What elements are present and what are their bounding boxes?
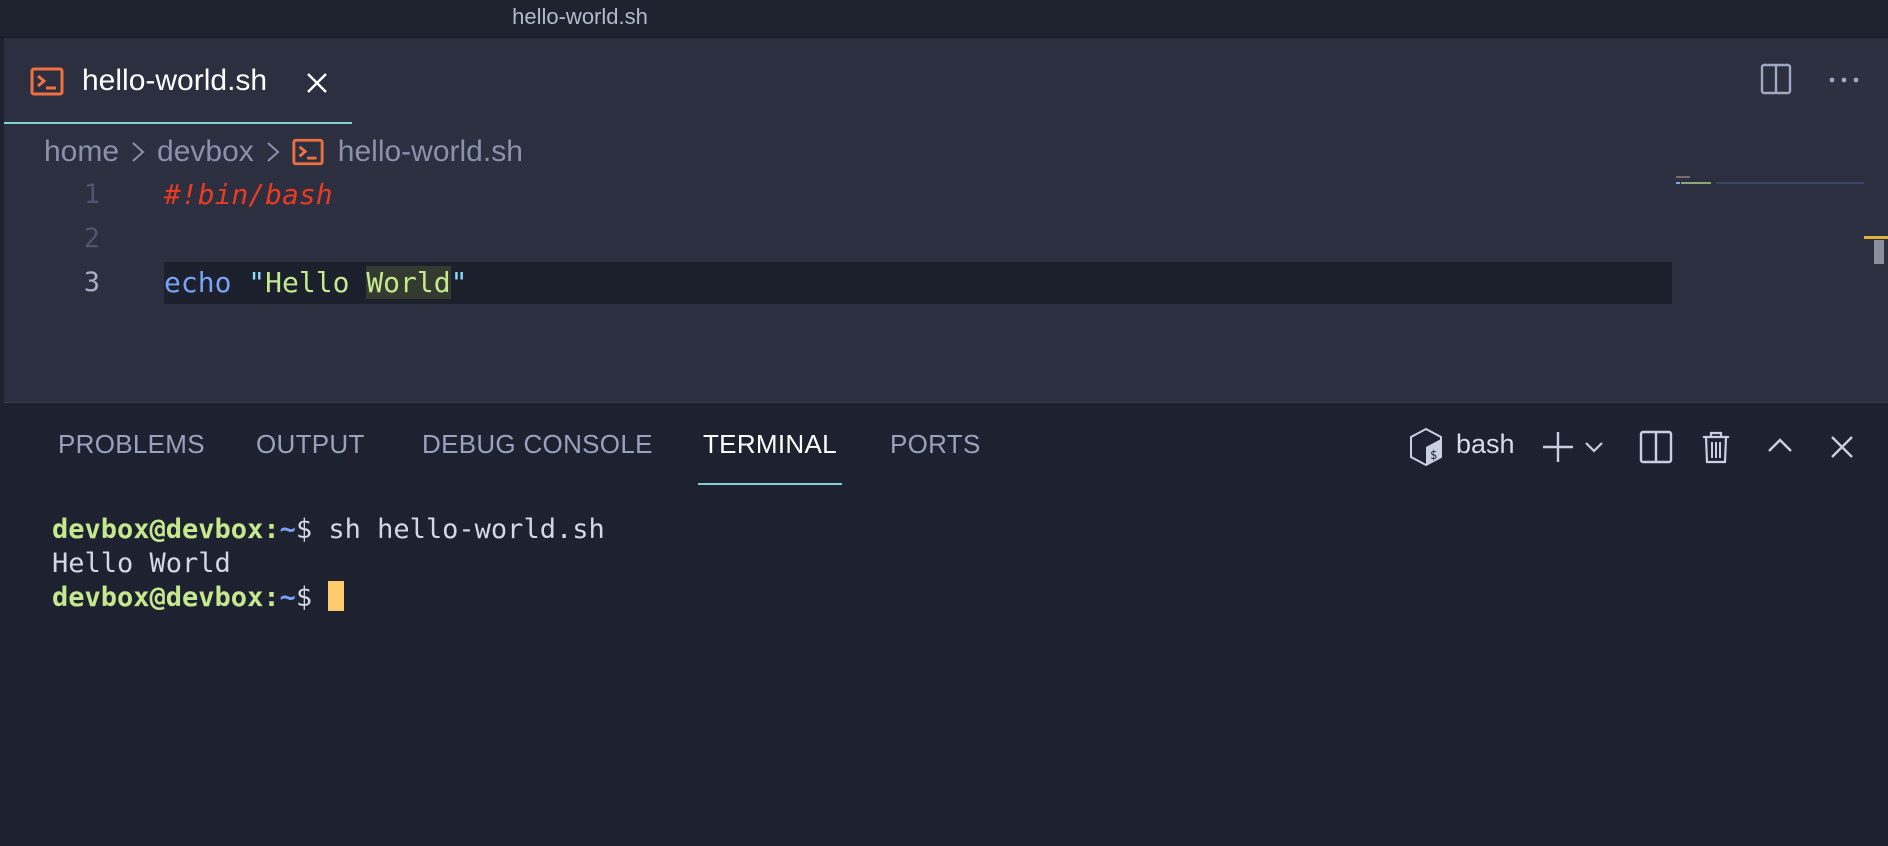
prompt-path: ~ — [279, 514, 296, 545]
tab-debug-console[interactable]: DEBUG CONSOLE — [422, 429, 653, 485]
split-terminal-icon[interactable] — [1638, 429, 1674, 465]
prompt-user: devbox@devbox — [52, 514, 264, 545]
tab-ports[interactable]: PORTS — [890, 429, 981, 485]
code-line: 1 #!bin/bash — [4, 174, 1674, 216]
terminal-line: devbox@devbox:~$ sh hello-world.sh — [52, 513, 1852, 547]
breadcrumb-item-devbox[interactable]: devbox — [157, 135, 254, 169]
tab-label: hello-world.sh — [82, 64, 268, 97]
prompt-separator: : — [263, 582, 280, 613]
code-line: 3 echo "Hello World" — [4, 262, 1674, 304]
echo-command: echo — [164, 266, 232, 299]
chevron-right-icon — [267, 142, 280, 162]
close-icon[interactable] — [304, 70, 330, 96]
svg-text:$: $ — [1430, 448, 1437, 462]
tab-output[interactable]: OUTPUT — [256, 429, 365, 485]
breadcrumb-item-file[interactable]: hello-world.sh — [338, 135, 523, 169]
line-number: 3 — [83, 267, 100, 298]
more-actions-icon[interactable] — [1826, 66, 1862, 94]
prompt-path: ~ — [279, 582, 296, 613]
terminal-output[interactable]: devbox@devbox:~$ sh hello-world.sh Hello… — [52, 513, 1852, 813]
code-text: echo "Hello World" — [164, 262, 467, 304]
line-number: 1 — [83, 179, 100, 210]
overview-ruler[interactable] — [1864, 234, 1888, 274]
string-word-highlight: World — [366, 266, 451, 299]
chevron-right-icon — [132, 142, 145, 162]
tab-problems[interactable]: PROBLEMS — [58, 429, 205, 485]
code-text: #!bin/bash — [164, 174, 333, 216]
new-terminal-plus-icon[interactable] — [1540, 429, 1576, 465]
shell-name[interactable]: bash — [1456, 429, 1515, 460]
minimap[interactable] — [1676, 176, 1866, 196]
quote-open: " — [248, 266, 266, 299]
line-number: 2 — [83, 223, 100, 254]
prompt-separator: : — [263, 514, 280, 545]
tab-terminal[interactable]: TERMINAL — [698, 429, 842, 485]
terminal-line: devbox@devbox:~$ — [52, 581, 1852, 615]
shebang-comment: #!bin/bash — [164, 178, 333, 211]
chevron-down-icon[interactable] — [1582, 429, 1606, 465]
vscode-window: hello-world.sh hello-world.sh home devbo… — [0, 0, 1888, 846]
command-output: Hello World — [52, 548, 231, 579]
terminal-file-icon — [30, 67, 64, 96]
title-bar: hello-world.sh — [0, 0, 1888, 38]
maximize-panel-chevron-up-icon[interactable] — [1762, 429, 1798, 465]
editor-tab-hello-world[interactable]: hello-world.sh — [4, 38, 352, 124]
terminal-command: sh hello-world.sh — [328, 514, 605, 545]
bash-shell-icon: $ — [1410, 427, 1442, 467]
terminal-line: Hello World — [52, 547, 1852, 581]
close-panel-icon[interactable] — [1824, 429, 1860, 465]
terminal-cursor — [328, 581, 345, 611]
split-editor-icon[interactable] — [1760, 63, 1792, 95]
editor-group: hello-world.sh home devbox hello-world.s… — [4, 38, 1888, 402]
editor-tab-bar: hello-world.sh — [4, 38, 1888, 124]
window-title: hello-world.sh — [512, 4, 648, 29]
quote-close: " — [450, 266, 468, 299]
prompt-symbol: $ — [295, 582, 329, 613]
breadcrumb: home devbox hello-world.sh — [44, 132, 523, 172]
bottom-panel: PROBLEMS OUTPUT DEBUG CONSOLE TERMINAL P… — [4, 402, 1888, 846]
prompt-user: devbox@devbox — [52, 582, 264, 613]
string-part: Hello — [265, 266, 367, 299]
trash-icon[interactable] — [1698, 429, 1734, 465]
prompt-symbol: $ — [295, 514, 329, 545]
breadcrumb-item-home[interactable]: home — [44, 135, 119, 169]
code-line: 2 — [4, 218, 1674, 260]
panel-tab-bar: PROBLEMS OUTPUT DEBUG CONSOLE TERMINAL P… — [4, 403, 1888, 487]
terminal-file-icon — [292, 138, 324, 166]
code-editor[interactable]: 1 #!bin/bash 2 3 echo "Hello World" — [4, 174, 1888, 374]
